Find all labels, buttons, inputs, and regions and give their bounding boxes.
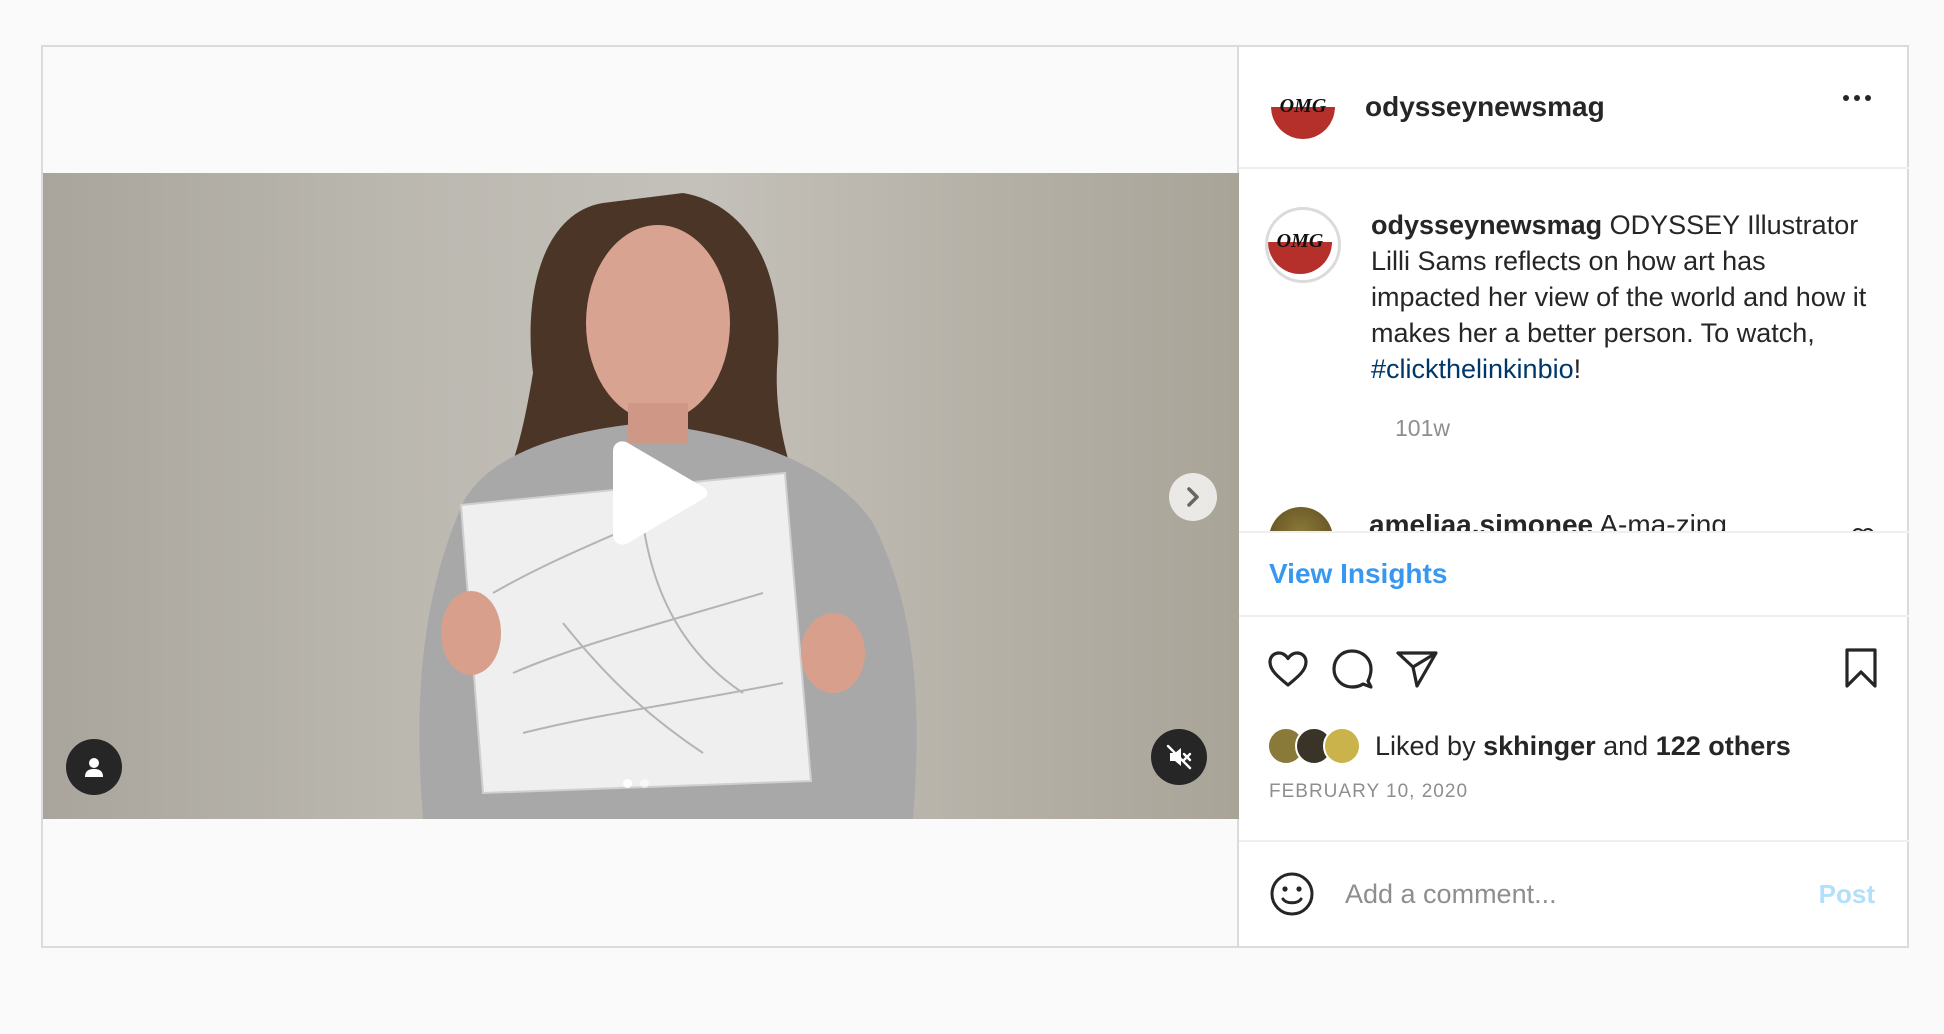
more-icon-dot — [1865, 95, 1871, 101]
insights-row: View Insights — [1239, 531, 1909, 617]
caption-hashtag[interactable]: #clickthelinkinbio — [1371, 354, 1574, 384]
caption-text: odysseynewsmag ODYSSEY Illustrator Lilli… — [1371, 207, 1879, 387]
mute-toggle-button[interactable] — [1151, 729, 1207, 785]
likes-text: Liked by skhinger and 122 others — [1375, 731, 1791, 762]
user-icon — [85, 758, 103, 777]
likes-others-link[interactable]: 122 others — [1656, 731, 1791, 761]
author-username[interactable]: odysseynewsmag — [1365, 91, 1605, 123]
caption-author-avatar[interactable]: OMG — [1265, 207, 1341, 283]
action-bar — [1239, 617, 1909, 721]
likes-prefix: Liked by — [1375, 730, 1484, 761]
tagged-people-button[interactable] — [66, 739, 122, 795]
commenter-username[interactable]: ameliaa.simonee — [1369, 509, 1593, 531]
post-card: OMG odysseynewsmag OMG odysseynewsmag OD… — [41, 45, 1909, 948]
caption-suffix: ! — [1573, 354, 1582, 384]
play-icon[interactable] — [583, 423, 723, 563]
likes-summary: Liked by skhinger and 122 others — [1239, 721, 1909, 771]
more-icon-dot — [1854, 95, 1860, 101]
post-date[interactable]: FEBRUARY 10, 2020 — [1239, 781, 1909, 803]
view-insights-link[interactable]: View Insights — [1269, 558, 1447, 590]
more-icon-dot — [1843, 95, 1849, 101]
share-paper-plane-icon[interactable] — [1395, 649, 1439, 689]
comment-text: ameliaa.simonee A-ma-zing — [1369, 509, 1727, 531]
liker-avatar — [1323, 727, 1361, 765]
comment-bubble-icon[interactable] — [1331, 648, 1373, 690]
omg-logo-icon: OMG — [1268, 210, 1332, 274]
more-options-button[interactable] — [1843, 95, 1871, 101]
commenter-avatar[interactable] — [1269, 507, 1333, 531]
comment-body: A-ma-zing — [1593, 509, 1727, 531]
likes-connector: and — [1595, 730, 1656, 761]
author-avatar[interactable]: OMG — [1271, 75, 1335, 139]
caption: OMG odysseynewsmag ODYSSEY Illustrator L… — [1265, 207, 1879, 387]
post-header: OMG odysseynewsmag — [1239, 47, 1909, 169]
comment-item: ameliaa.simonee A-ma-zing — [1269, 507, 1879, 531]
comment-composer: Post — [1239, 840, 1909, 946]
save-bookmark-icon[interactable] — [1843, 647, 1879, 689]
post-comment-button[interactable]: Post — [1819, 879, 1875, 910]
post-details-panel: OMG odysseynewsmag OMG odysseynewsmag OD… — [1239, 47, 1909, 946]
video-player[interactable] — [43, 173, 1239, 819]
carousel-dot-active — [623, 779, 632, 788]
like-heart-icon[interactable] — [1267, 650, 1309, 688]
svg-text:OMG: OMG — [1280, 95, 1327, 117]
svg-text:OMG: OMG — [1277, 230, 1324, 252]
caption-timestamp[interactable]: 101w — [1395, 415, 1879, 442]
comments-section[interactable]: OMG odysseynewsmag ODYSSEY Illustrator L… — [1239, 169, 1909, 531]
chevron-right-icon — [1187, 487, 1199, 507]
emoji-smiley-icon[interactable] — [1269, 871, 1315, 917]
comment-input[interactable] — [1345, 878, 1785, 910]
omg-logo-icon: OMG — [1271, 75, 1335, 139]
carousel-dot — [640, 779, 649, 788]
carousel-next-button[interactable] — [1169, 473, 1217, 521]
speaker-muted-icon — [1166, 744, 1192, 770]
liker-avatars[interactable] — [1267, 727, 1361, 765]
caption-username[interactable]: odysseynewsmag — [1371, 210, 1602, 240]
comment-like-heart-icon[interactable] — [1851, 527, 1875, 531]
carousel-indicator — [623, 779, 649, 788]
liker-username[interactable]: skhinger — [1483, 731, 1596, 761]
media-area — [43, 47, 1239, 946]
